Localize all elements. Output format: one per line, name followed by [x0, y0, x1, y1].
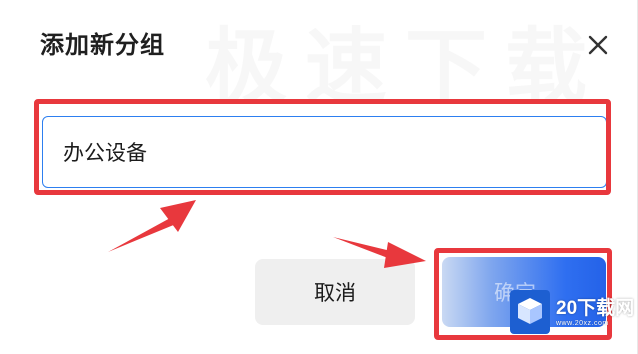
close-icon [588, 35, 608, 55]
watermark: 极速下载 [205, 20, 606, 115]
site-logo: 20下载网 www.20xz.com [510, 287, 636, 337]
group-name-input[interactable] [42, 116, 607, 188]
cancel-button[interactable]: 取消 [255, 259, 415, 325]
logo-url: www.20xz.com [556, 319, 609, 327]
close-button[interactable] [583, 30, 613, 60]
dialog-title: 添加新分组 [40, 31, 165, 59]
logo-text: 20下载网 [556, 297, 635, 319]
add-group-dialog: 极速下载 添加新分组 取消 确定 20下载网 www [0, 0, 638, 354]
cube-icon [510, 290, 550, 334]
arrow-to-input [108, 200, 196, 252]
